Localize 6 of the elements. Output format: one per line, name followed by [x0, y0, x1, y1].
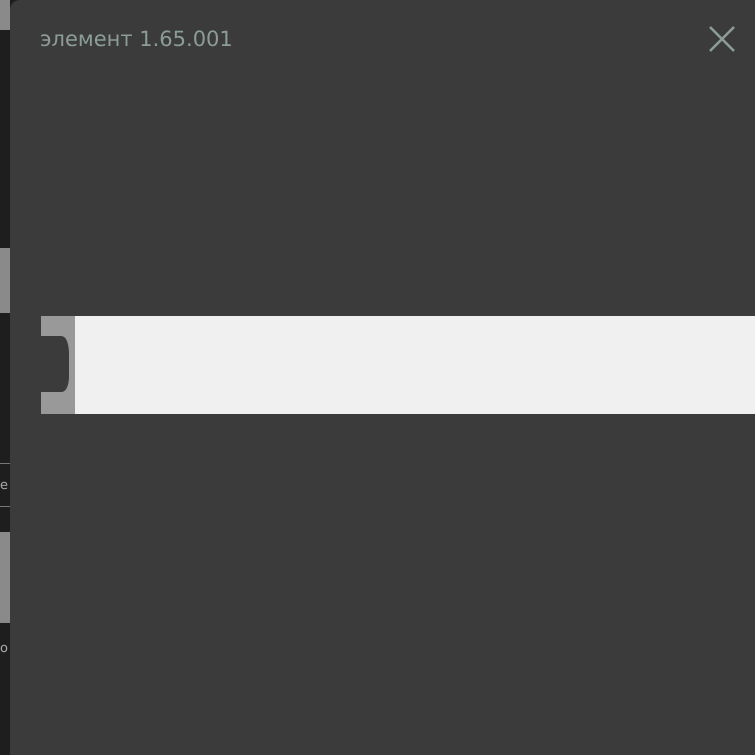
image-thumbnail — [0, 0, 10, 30]
text-fragment: o — [0, 642, 8, 654]
dialog-title: элемент 1.65.001 — [40, 27, 233, 51]
image-thumbnail — [0, 248, 10, 313]
text-fragment: e — [0, 478, 8, 492]
close-icon[interactable] — [708, 25, 736, 53]
